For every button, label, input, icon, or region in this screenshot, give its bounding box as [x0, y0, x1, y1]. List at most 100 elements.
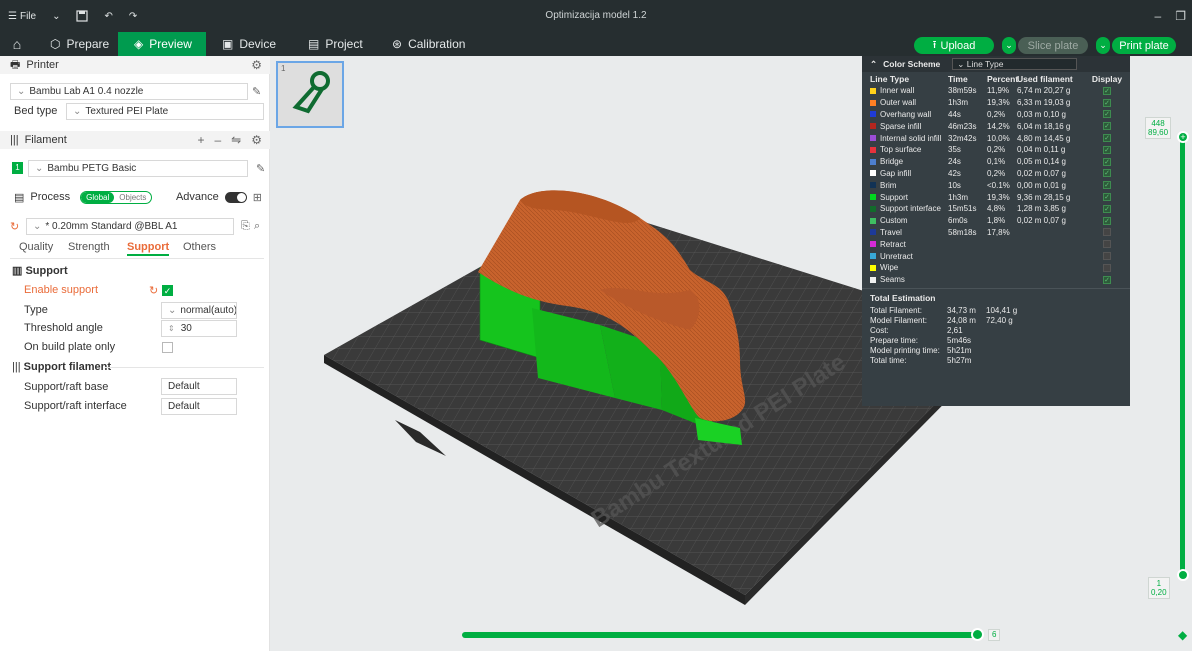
- edit-filament-icon[interactable]: ✎: [256, 162, 265, 175]
- undo-icon[interactable]: ↶: [96, 0, 120, 32]
- reset-icon[interactable]: ↻: [10, 220, 19, 233]
- slice-plate-button[interactable]: Slice plate: [1018, 37, 1088, 54]
- collapse-icon[interactable]: ⌃: [870, 59, 877, 70]
- redo-icon[interactable]: ↷: [121, 0, 145, 32]
- display-checkbox[interactable]: ✓: [1103, 193, 1111, 202]
- raft-base-select[interactable]: Default: [161, 378, 237, 395]
- display-checkbox[interactable]: [1103, 252, 1111, 261]
- reset-option-icon[interactable]: ↻: [149, 284, 158, 297]
- display-checkbox[interactable]: ✓: [1103, 169, 1111, 178]
- legend-columns: Line Type Time Percent Used filament Dis…: [870, 73, 1123, 84]
- printer-icon: 🖶: [10, 58, 21, 71]
- legend-row: Wipe: [862, 262, 1130, 274]
- legend-row: Overhang wall 44s 0,2% 0,03 m 0,10 g ✓: [862, 109, 1130, 121]
- advance-label: Advance: [175, 191, 219, 203]
- legend-row: Unretract: [862, 250, 1130, 262]
- legend-row: Seams ✓: [862, 274, 1130, 286]
- home-button[interactable]: ⌂: [0, 32, 34, 56]
- legend-row: Outer wall 1h3m 19,3% 6,33 m 19,03 g ✓: [862, 97, 1130, 109]
- tab-project[interactable]: ▤ Project: [292, 32, 376, 56]
- filament-icon: |||: [12, 361, 24, 373]
- enable-support-checkbox[interactable]: ✓: [162, 285, 173, 296]
- total-row: Model Filament: 24,08 m 72,40 g: [870, 316, 1013, 326]
- threshold-angle-label: Threshold angle: [24, 322, 103, 334]
- chevron-down-icon: ⌄: [17, 86, 26, 97]
- display-checkbox[interactable]: ✓: [1103, 157, 1111, 166]
- printer-select[interactable]: ⌄ Bambu Lab A1 0.4 nozzle: [10, 83, 248, 100]
- bed-type-select[interactable]: ⌄ Textured PEI Plate: [66, 103, 264, 120]
- support-icon: ▥: [12, 265, 26, 277]
- display-checkbox[interactable]: ✓: [1103, 145, 1111, 154]
- display-checkbox[interactable]: ✓: [1103, 86, 1111, 95]
- legend-row: Brim 10s <0.1% 0,00 m 0,01 g ✓: [862, 179, 1130, 191]
- layers-toggle-icon[interactable]: ◆: [1178, 628, 1187, 642]
- global-toggle[interactable]: Global Objects: [80, 190, 153, 204]
- tab-calibration[interactable]: ⊛ Calibration: [376, 32, 481, 56]
- print-plate-button[interactable]: Print plate: [1112, 37, 1176, 54]
- filament-settings-icon[interactable]: ⚙: [251, 133, 262, 147]
- calibration-icon: ⊛: [392, 37, 403, 51]
- move-slider[interactable]: [462, 632, 980, 638]
- process-section-header: ▤ Process Global Objects Advance ⊞: [14, 190, 262, 204]
- raft-interface-select[interactable]: Default: [161, 398, 237, 415]
- restore-icon[interactable]: ❐: [1175, 9, 1186, 23]
- file-menu-label: File: [19, 10, 37, 22]
- subtab-others[interactable]: Others: [183, 241, 216, 253]
- minimize-icon[interactable]: –: [1155, 9, 1162, 23]
- color-scheme-select[interactable]: ⌄ Line Type: [952, 58, 1078, 70]
- layer-slider[interactable]: [1180, 136, 1185, 576]
- tab-preview[interactable]: ◈ Preview: [118, 32, 206, 56]
- advance-switch[interactable]: [224, 191, 247, 203]
- display-checkbox[interactable]: ✓: [1103, 204, 1111, 213]
- layer-slider-top-handle[interactable]: +: [1177, 131, 1189, 143]
- file-menu[interactable]: ☰ File: [0, 0, 44, 32]
- legend-row: Bridge 24s 0,1% 0,05 m 0,14 g ✓: [862, 156, 1130, 168]
- color-swatch: [870, 99, 876, 106]
- sync-filament-icon[interactable]: ⇋: [231, 133, 241, 147]
- add-filament-icon[interactable]: +: [197, 133, 204, 147]
- subtab-quality[interactable]: Quality: [19, 241, 53, 253]
- save-profile-icon[interactable]: ⎘: [241, 220, 250, 233]
- move-slider-handle[interactable]: [971, 628, 984, 641]
- layer-slider-bottom-handle[interactable]: [1177, 569, 1189, 581]
- display-checkbox[interactable]: ✓: [1103, 275, 1111, 284]
- tab-prepare[interactable]: ⬡ Prepare: [34, 32, 118, 56]
- edit-printer-icon[interactable]: ✎: [252, 85, 261, 98]
- remove-filament-icon[interactable]: –: [214, 133, 221, 147]
- display-checkbox[interactable]: ✓: [1103, 181, 1111, 190]
- build-plate-only-checkbox[interactable]: [162, 342, 173, 353]
- color-swatch: [870, 205, 876, 212]
- search-icon[interactable]: ⌕: [254, 220, 260, 233]
- total-row: Cost: 2,61: [870, 326, 963, 336]
- color-swatch: [870, 158, 876, 165]
- project-icon: ▤: [308, 37, 320, 51]
- filament-select[interactable]: ⌄ Bambu PETG Basic: [28, 160, 248, 177]
- printer-settings-icon[interactable]: ⚙: [251, 58, 262, 72]
- color-swatch: [870, 264, 876, 271]
- display-checkbox[interactable]: [1103, 263, 1111, 272]
- display-checkbox[interactable]: ✓: [1103, 134, 1111, 143]
- total-row: Total Filament: 34,73 m 104,41 g: [870, 306, 1018, 316]
- display-checkbox[interactable]: ✓: [1103, 216, 1111, 225]
- display-checkbox[interactable]: ✓: [1103, 98, 1111, 107]
- process-profile-select[interactable]: ⌄ * 0.20mm Standard @BBL A1: [26, 218, 234, 235]
- legend-row: Inner wall 38m59s 11,9% 6,74 m 20,27 g ✓: [862, 85, 1130, 97]
- slice-options-button[interactable]: ⌄: [1002, 37, 1016, 54]
- print-options-button[interactable]: ⌄: [1096, 37, 1110, 54]
- legend-row: Retract: [862, 238, 1130, 250]
- dropdown-chevron-icon[interactable]: ⌄: [44, 0, 68, 32]
- chevron-down-icon: ⌄: [957, 59, 967, 69]
- upload-button[interactable]: ⭱ Upload: [914, 37, 994, 54]
- subtab-strength[interactable]: Strength: [68, 241, 110, 253]
- threshold-angle-stepper[interactable]: ⇕ 30: [161, 320, 237, 337]
- display-checkbox[interactable]: [1103, 228, 1111, 237]
- compare-icon[interactable]: ⊞: [253, 191, 262, 204]
- subtab-support[interactable]: Support: [127, 241, 170, 256]
- display-checkbox[interactable]: ✓: [1103, 122, 1111, 131]
- display-checkbox[interactable]: ✓: [1103, 110, 1111, 119]
- support-type-select[interactable]: ⌄ normal(auto): [161, 302, 237, 319]
- save-icon[interactable]: [68, 0, 96, 32]
- display-checkbox[interactable]: [1103, 240, 1111, 249]
- tab-device[interactable]: ▣ Device: [206, 32, 292, 56]
- device-icon: ▣: [222, 37, 234, 51]
